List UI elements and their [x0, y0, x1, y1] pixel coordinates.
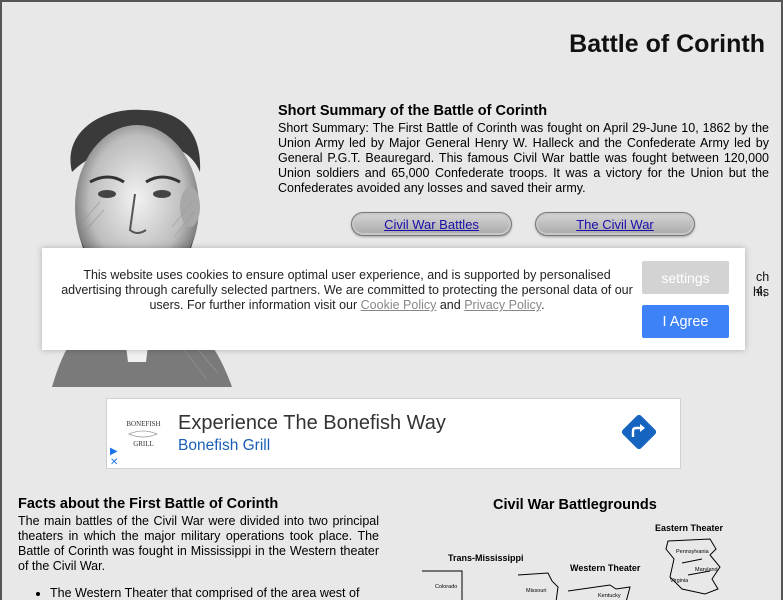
- list-item: The Western Theater that comprised of th…: [50, 586, 379, 600]
- map-label-virginia: Virginia: [670, 578, 689, 584]
- map-label-missouri: Missouri: [526, 588, 546, 594]
- cookie-consent-message: This website uses cookies to ensure opti…: [61, 268, 633, 312]
- cookie-consent-text: This website uses cookies to ensure opti…: [54, 268, 640, 313]
- cookie-agree-button[interactable]: I Agree: [642, 305, 729, 338]
- bonefish-logo-icon: BONEFISH GRILL: [126, 420, 160, 448]
- ad-subtitle[interactable]: Bonefish Grill: [178, 437, 270, 455]
- map-label-maryland: Maryland: [695, 567, 718, 573]
- summary-text: Short Summary: The First Battle of Corin…: [278, 121, 769, 195]
- facts-section: Facts about the First Battle of Corinth …: [18, 496, 379, 600]
- ad-title[interactable]: Experience The Bonefish Way: [178, 412, 446, 435]
- ad-choices-icon[interactable]: ▶ ✕: [110, 446, 118, 468]
- map-label-pennsylvania: Pennsylvania: [676, 549, 710, 555]
- map-label-trans: Trans-Mississippi: [448, 553, 524, 563]
- map-label-western: Western Theater: [570, 563, 641, 573]
- map-title: Civil War Battlegrounds: [493, 497, 657, 513]
- facts-heading: Facts about the First Battle of Corinth: [18, 496, 279, 512]
- logo-text-top: BONEFISH: [126, 420, 160, 428]
- cookie-consent-banner: This website uses cookies to ensure opti…: [42, 248, 745, 350]
- facts-text: The main battles of the Civil War were d…: [18, 514, 379, 573]
- directions-arrow-icon[interactable]: [620, 413, 658, 451]
- cookie-and-text: and: [436, 298, 465, 312]
- page-title: Battle of Corinth: [569, 30, 765, 58]
- map-label-colorado: Colorado: [435, 584, 457, 590]
- summary-section: Short Summary of the Battle of Corinth S…: [278, 103, 769, 196]
- facts-list: The Western Theater that comprised of th…: [18, 586, 379, 600]
- the-civil-war-button[interactable]: The Civil War: [535, 212, 695, 236]
- bonefish-ad[interactable]: BONEFISH GRILL Experience The Bonefish W…: [106, 398, 681, 469]
- cookie-settings-button[interactable]: settings: [642, 261, 729, 294]
- page-frame: Battle of Corinth Short Summary of the B…: [0, 0, 783, 600]
- map-label-eastern: Eastern Theater: [655, 523, 724, 533]
- obscured-text-fragment: his: [753, 285, 769, 299]
- logo-text-bottom: GRILL: [133, 440, 154, 448]
- cookie-period: .: [541, 298, 545, 312]
- civil-war-map-image: Eastern Theater Trans-Mississippi Wester…: [422, 523, 724, 600]
- map-label-kentucky: Kentucky: [598, 593, 621, 599]
- privacy-policy-link[interactable]: Privacy Policy: [464, 298, 541, 312]
- summary-heading: Short Summary of the Battle of Corinth: [278, 103, 548, 119]
- civil-war-battles-button[interactable]: Civil War Battles: [351, 212, 512, 236]
- cookie-policy-link[interactable]: Cookie Policy: [361, 298, 437, 312]
